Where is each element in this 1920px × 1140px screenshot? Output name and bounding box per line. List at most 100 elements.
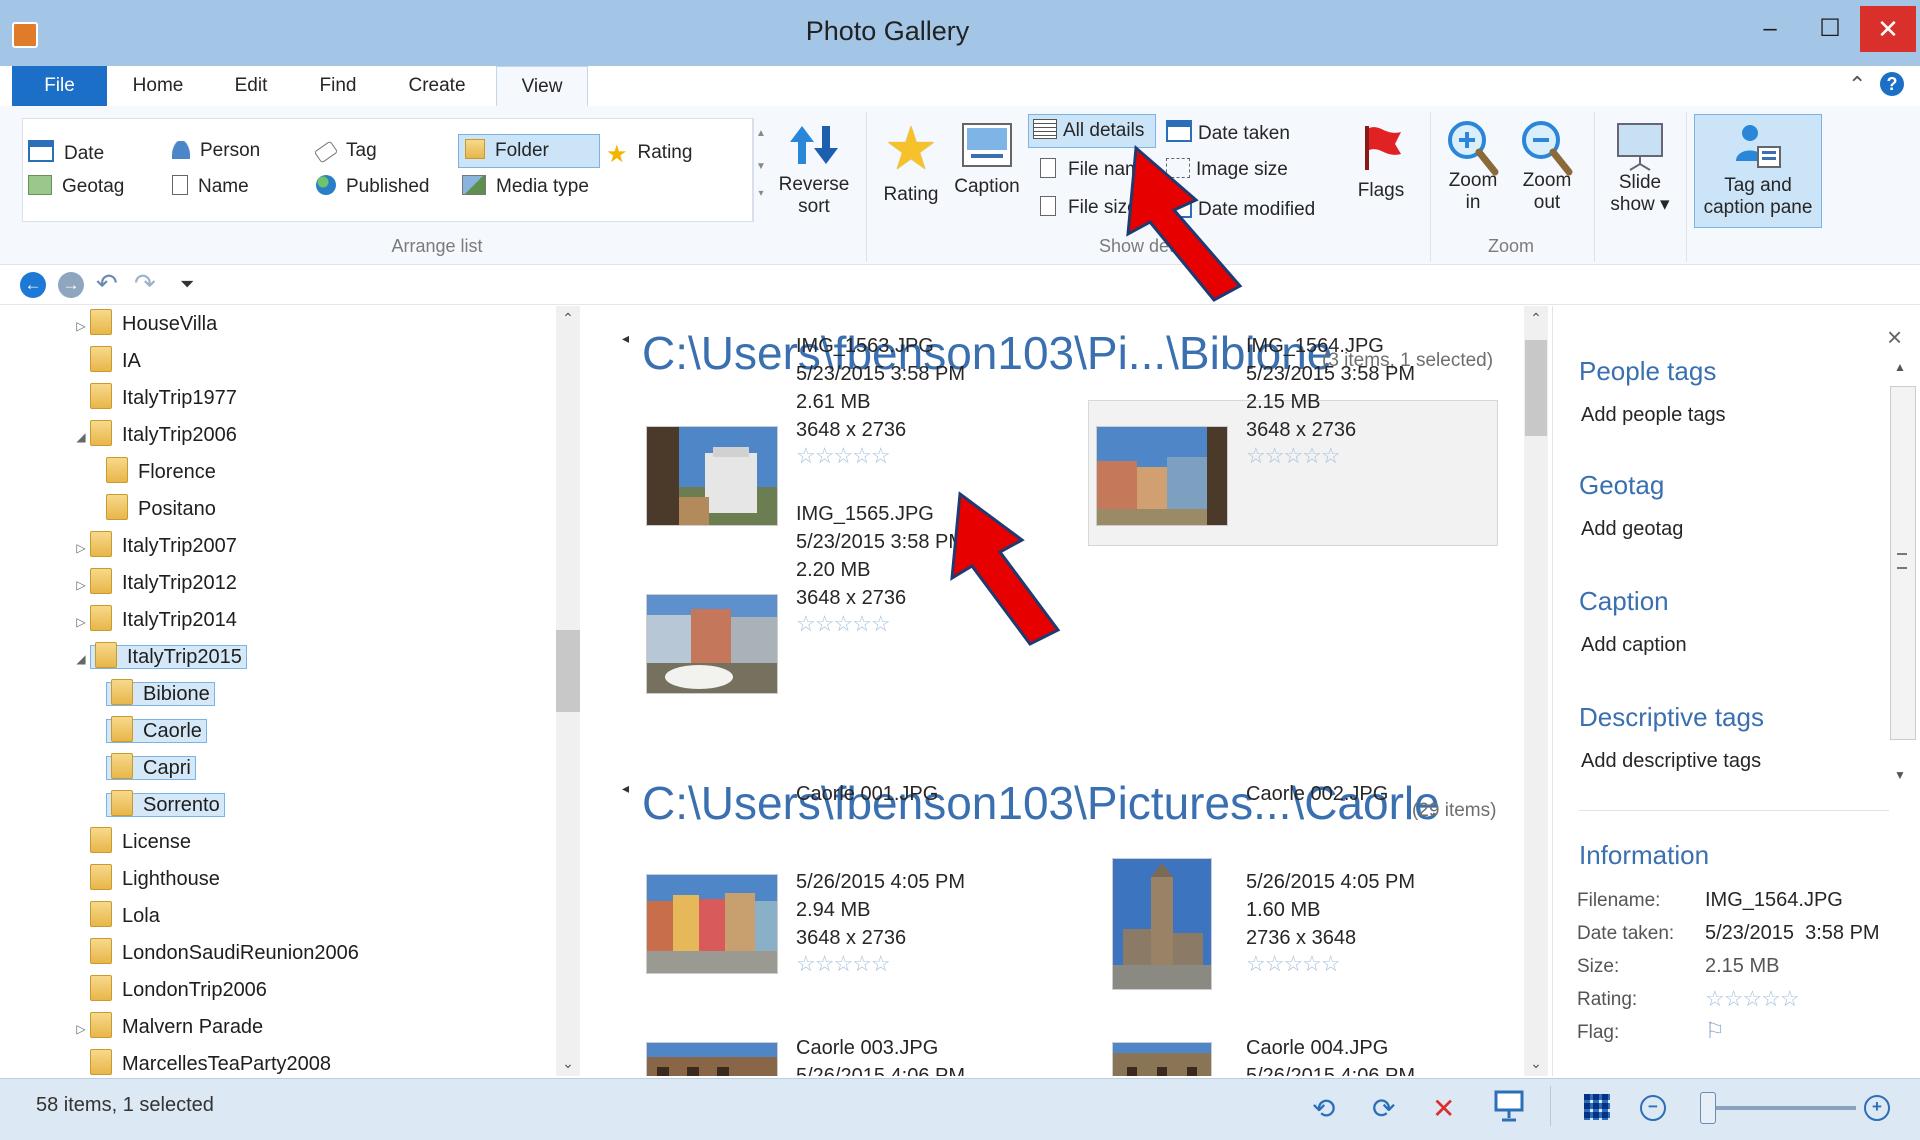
file-name-detail-button[interactable]: File name (1040, 158, 1151, 181)
tree-item[interactable]: ▷ Malvern Parade (12, 1009, 580, 1046)
tree-item[interactable]: Sorrento (12, 787, 580, 824)
tree-item[interactable]: MarcellesTeaParty2008 (12, 1046, 580, 1076)
flags-detail-button[interactable]: Flags (1348, 122, 1414, 202)
collapse-group-icon[interactable]: ◂ (622, 330, 629, 347)
help-icon[interactable]: ? (1880, 72, 1904, 96)
date-taken-detail-button[interactable]: Date taken (1166, 120, 1290, 145)
arrange-rating-button[interactable]: ★ Rating (606, 140, 692, 169)
rating-value-stars[interactable]: ☆☆☆☆☆ (1705, 987, 1800, 1011)
caption-detail-button[interactable]: Caption (948, 120, 1026, 198)
tree-item[interactable]: LondonTrip2006 (12, 972, 580, 1009)
gallery-scroll[interactable]: ▲ ▼ ▾ (752, 118, 769, 222)
customize-toolbar-icon[interactable]: ⏷ (180, 274, 194, 295)
tree-item[interactable]: ◢ ItalyTrip2015 (12, 639, 580, 676)
ribbon-collapse-icon[interactable]: ⌃ (1848, 72, 1866, 98)
arrange-person-button[interactable]: Person (172, 140, 260, 162)
maximize-button[interactable]: ☐ (1800, 6, 1860, 52)
add-descriptive-tags-link[interactable]: Add descriptive tags (1581, 750, 1761, 773)
zoom-slider-thumb[interactable] (1700, 1092, 1716, 1124)
group-title-bibione[interactable]: C:\Users\fbenson103\Pi...\Bibione (642, 326, 1332, 380)
expand-caret-icon[interactable]: ▷ (72, 567, 90, 604)
slide-show-button[interactable]: Slide show ▾ (1600, 120, 1680, 216)
tab-find[interactable]: Find (300, 66, 376, 106)
tab-view[interactable]: View (496, 66, 588, 108)
minimize-button[interactable]: – (1740, 6, 1800, 52)
folder-tree-scroll-thumb[interactable] (556, 630, 580, 712)
arrange-geotag-button[interactable]: Geotag (28, 175, 124, 198)
expand-caret-icon[interactable]: ▷ (72, 308, 90, 345)
rating-detail-button[interactable]: ★ Rating (876, 119, 946, 206)
add-geotag-link[interactable]: Add geotag (1581, 518, 1683, 541)
tree-item[interactable]: ◢ ItalyTrip2006 (12, 417, 580, 454)
tree-item[interactable]: Caorle (12, 713, 580, 750)
delete-icon[interactable]: ✕ (1432, 1092, 1455, 1125)
zoom-slider-track[interactable] (1700, 1106, 1856, 1110)
expand-caret-icon[interactable]: ▷ (72, 604, 90, 641)
tree-item[interactable]: License (12, 824, 580, 861)
tree-item[interactable]: Bibione (12, 676, 580, 713)
photo-thumbnail[interactable] (1112, 858, 1212, 990)
zoom-in-icon[interactable]: + (1864, 1095, 1890, 1121)
forward-arrow-icon[interactable]: → (58, 272, 84, 298)
zoom-in-button[interactable]: Zoom in (1440, 118, 1506, 214)
arrange-media-type-button[interactable]: Media type (462, 175, 589, 198)
rotate-left-icon[interactable]: ⟲ (1312, 1092, 1335, 1125)
thumbnail-view-icon[interactable] (1584, 1094, 1610, 1120)
photo-rating-stars[interactable]: ☆☆☆☆☆ (796, 612, 965, 636)
arrange-date-button[interactable]: Date (28, 140, 104, 165)
arrange-name-button[interactable]: Name (172, 175, 249, 198)
expand-caret-icon[interactable]: ▷ (72, 530, 90, 567)
undo-icon[interactable]: ↶ (96, 268, 118, 299)
photo-thumbnail[interactable] (1096, 426, 1228, 526)
rotate-right-icon[interactable]: ⟳ (1372, 1092, 1395, 1125)
flag-icon[interactable]: ⚐ (1705, 1018, 1725, 1044)
close-button[interactable]: ✕ (1860, 6, 1916, 52)
arrange-published-button[interactable]: Published (316, 175, 429, 198)
pane-scroll-down-icon[interactable]: ▼ (1894, 768, 1906, 782)
photo-rating-stars[interactable]: ☆☆☆☆☆ (1246, 444, 1415, 468)
photo-thumbnail[interactable] (646, 1042, 778, 1076)
add-people-tags-link[interactable]: Add people tags (1581, 404, 1726, 427)
photo-thumbnail[interactable] (646, 594, 778, 694)
gallery-scroll-thumb[interactable] (1525, 340, 1547, 436)
image-size-detail-button[interactable]: Image size (1166, 158, 1288, 181)
arrange-folder-button[interactable]: Folder (458, 134, 600, 168)
expand-caret-icon[interactable]: ◢ (72, 419, 90, 456)
photo-thumbnail[interactable] (646, 874, 778, 974)
zoom-out-icon[interactable]: − (1640, 1095, 1666, 1121)
tree-item[interactable]: IA (12, 343, 580, 380)
pane-close-icon[interactable]: × (1887, 322, 1902, 353)
photo-rating-stars[interactable]: ☆☆☆☆☆ (796, 444, 965, 468)
back-arrow-icon[interactable]: ← (20, 272, 46, 298)
photo-rating-stars[interactable]: ☆☆☆☆☆ (1246, 952, 1415, 976)
photo-thumbnail[interactable] (1112, 1042, 1212, 1076)
photo-thumbnail[interactable] (646, 426, 778, 526)
expand-caret-icon[interactable]: ◢ (72, 641, 90, 678)
reverse-sort-button[interactable]: Reverse sort (778, 122, 850, 218)
redo-icon[interactable]: ↷ (134, 268, 156, 299)
tree-item[interactable]: Lighthouse (12, 861, 580, 898)
date-modified-detail-button[interactable]: Date modified (1166, 196, 1315, 221)
tree-item[interactable]: ItalyTrip1977 (12, 380, 580, 417)
pane-scrollbar[interactable] (1890, 386, 1916, 740)
pane-scroll-up-icon[interactable]: ▲ (1894, 360, 1906, 374)
tree-item[interactable]: Capri (12, 750, 580, 787)
tree-item[interactable]: ▷ ItalyTrip2007 (12, 528, 580, 565)
arrange-tag-button[interactable]: Tag (313, 140, 377, 164)
expand-caret-icon[interactable]: ▷ (72, 1011, 90, 1048)
tab-create[interactable]: Create (392, 66, 482, 106)
tree-item[interactable]: ▷ HouseVilla (12, 306, 580, 343)
tab-file[interactable]: File (12, 66, 107, 106)
all-details-button[interactable]: All details (1028, 114, 1156, 148)
add-caption-link[interactable]: Add caption (1581, 634, 1687, 657)
collapse-group-icon[interactable]: ◂ (622, 780, 629, 797)
tree-item[interactable]: ▷ ItalyTrip2012 (12, 565, 580, 602)
tab-home[interactable]: Home (116, 66, 200, 106)
zoom-out-button[interactable]: Zoom out (1514, 118, 1580, 214)
photo-rating-stars[interactable]: ☆☆☆☆☆ (796, 952, 965, 976)
tree-item[interactable]: Lola (12, 898, 580, 935)
file-size-detail-button[interactable]: File size (1040, 196, 1138, 219)
tree-item[interactable]: Positano (12, 491, 580, 528)
tree-item[interactable]: Florence (12, 454, 580, 491)
tab-edit[interactable]: Edit (218, 66, 284, 106)
